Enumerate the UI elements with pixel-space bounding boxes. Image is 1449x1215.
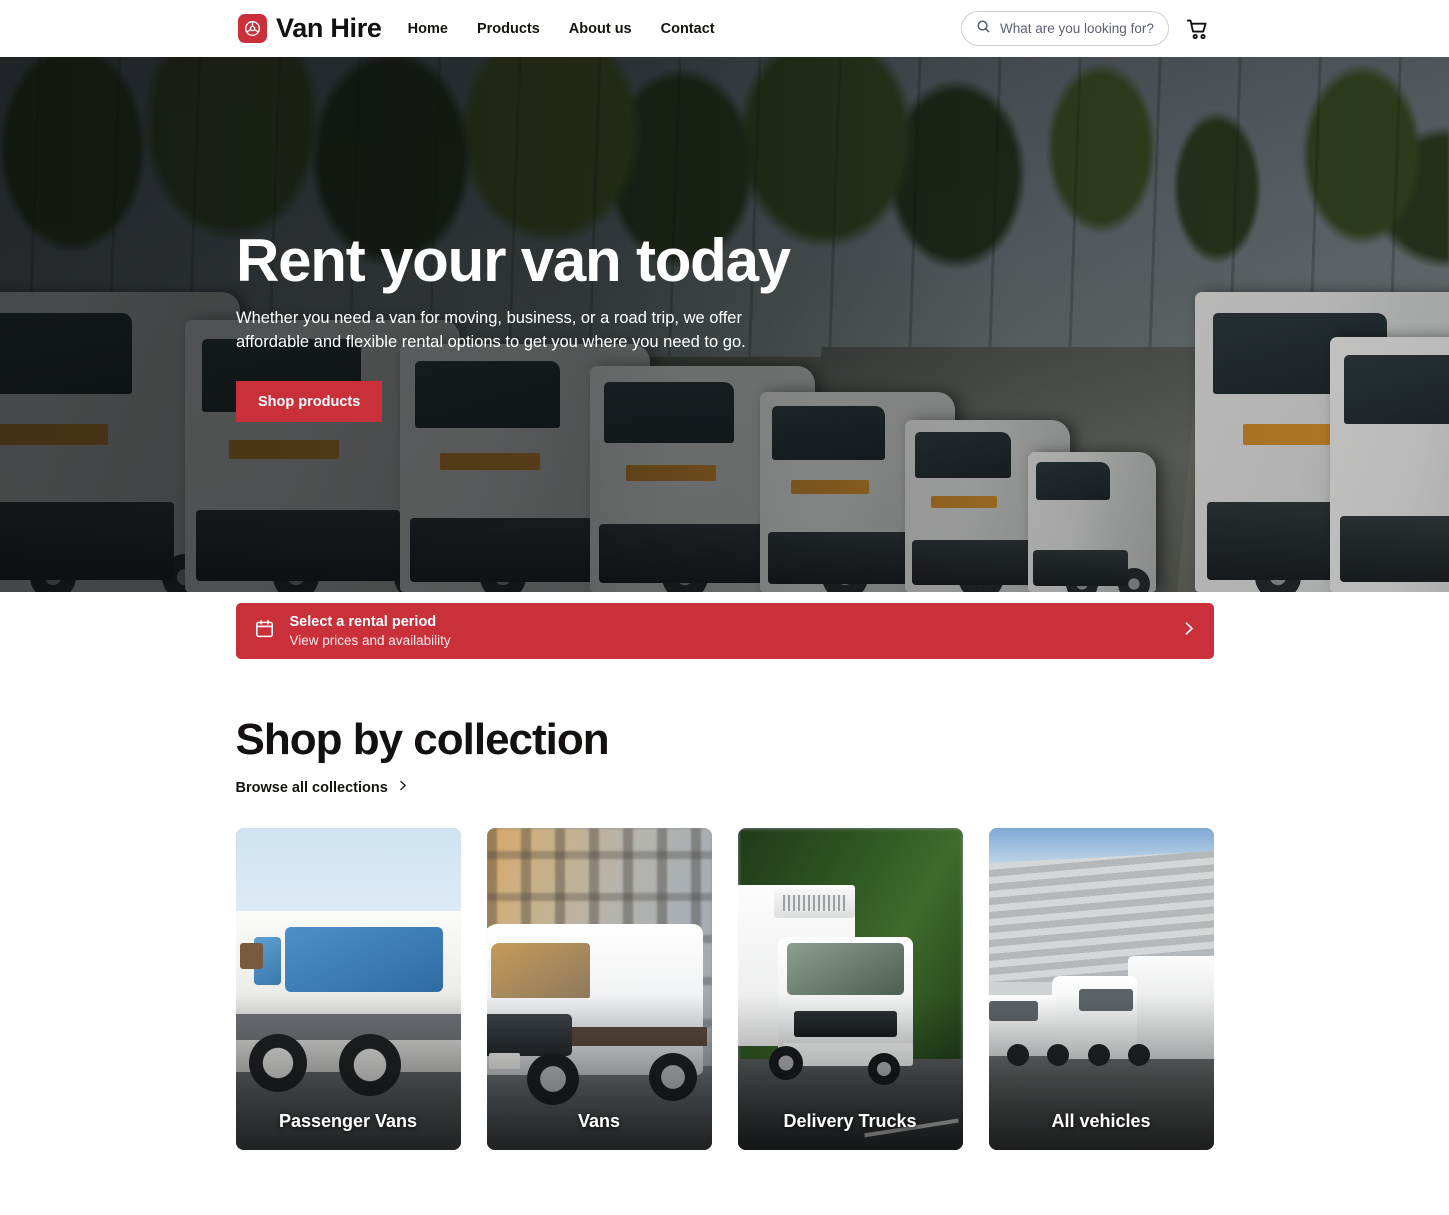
collection-card-overlay — [737, 827, 963, 1150]
steering-wheel-icon — [238, 14, 267, 43]
collections-title: Shop by collection — [235, 715, 610, 764]
shop-products-button[interactable]: Shop products — [236, 381, 383, 423]
hero-subtitle: Whether you need a van for moving, busin… — [236, 308, 746, 352]
search-placeholder: What are you looking for? — [1000, 21, 1154, 36]
collections-section: Shop by collection Browse all collection… — [235, 659, 1214, 1150]
site-header: Van Hire Home Products About us Contact … — [0, 0, 1449, 57]
collection-card-label: Vans — [577, 1110, 621, 1131]
brand-name: Van Hire — [276, 13, 382, 43]
search-input[interactable]: What are you looking for? — [961, 11, 1169, 46]
collection-card-overlay — [235, 827, 461, 1150]
browse-all-label: Browse all collections — [235, 779, 388, 796]
collection-card-label: Passenger Vans — [278, 1110, 418, 1131]
collection-card-passenger-vans[interactable]: Passenger Vans — [235, 827, 461, 1150]
rental-banner-text: Select a rental period View prices and a… — [290, 613, 1165, 650]
rental-banner-title: Select a rental period — [289, 613, 437, 630]
collection-card-delivery-trucks[interactable]: Delivery Trucks — [737, 827, 963, 1150]
chevron-right-icon — [396, 779, 409, 796]
nav-item-home[interactable]: Home — [408, 21, 448, 37]
collection-card-label: Delivery Trucks — [783, 1110, 917, 1131]
browse-all-collections-link[interactable]: Browse all collections — [236, 779, 409, 796]
nav-item-products[interactable]: Products — [477, 21, 540, 37]
collection-card-all-vehicles[interactable]: All vehicles — [988, 827, 1214, 1150]
shopping-cart-icon[interactable] — [1185, 16, 1211, 42]
hero-content: Rent your van today Whether you need a v… — [236, 227, 856, 423]
main-nav: Home Products About us Contact — [408, 21, 715, 37]
collection-card-label: All vehicles — [1051, 1110, 1151, 1131]
brand-logo[interactable]: Van Hire — [238, 13, 382, 44]
collection-card-overlay — [988, 827, 1214, 1150]
header-actions: What are you looking for? — [961, 0, 1449, 57]
rental-banner-subtitle: View prices and availability — [289, 632, 451, 648]
rental-banner-section: Select a rental period View prices and a… — [0, 592, 1449, 659]
collection-card-overlay — [486, 827, 712, 1150]
hero-title: Rent your van today — [236, 227, 791, 294]
collection-card-grid: Passenger Vans Vans Delivery Trucks All … — [235, 827, 1214, 1150]
nav-item-contact[interactable]: Contact — [661, 21, 715, 37]
search-icon — [976, 19, 991, 39]
select-rental-period-banner[interactable]: Select a rental period View prices and a… — [235, 603, 1214, 659]
hero-section: Rent your van today Whether you need a v… — [0, 57, 1449, 592]
chevron-right-icon[interactable] — [1180, 620, 1197, 642]
calendar-icon — [254, 618, 275, 644]
collection-card-vans[interactable]: Vans — [486, 827, 712, 1150]
nav-item-about-us[interactable]: About us — [569, 21, 632, 37]
